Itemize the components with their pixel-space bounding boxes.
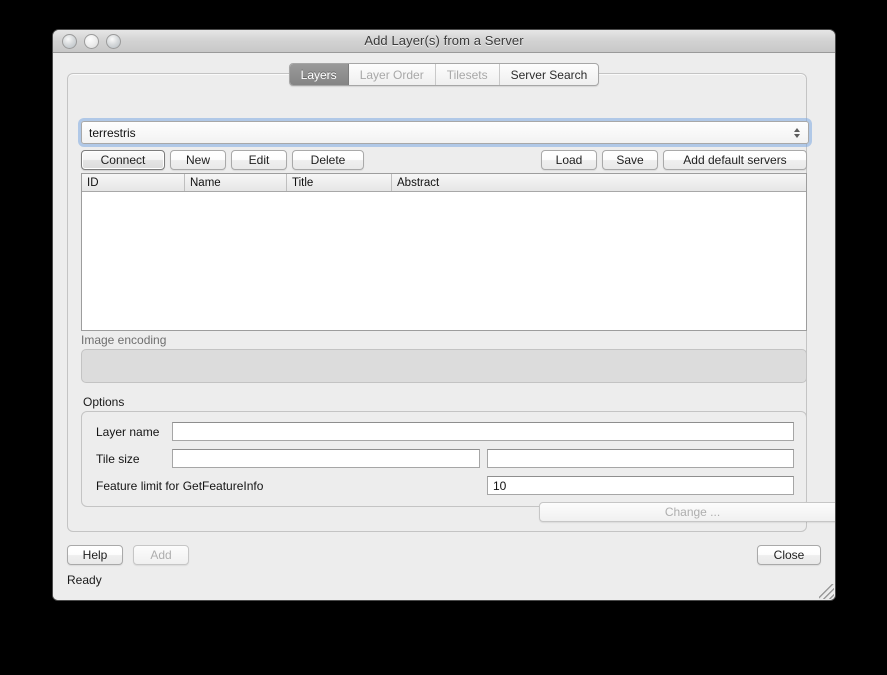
add-layers-dialog: Add Layer(s) from a Server Layers Layer … [53,30,835,600]
window-title: Add Layer(s) from a Server [364,33,524,48]
change-button: Change ... [539,502,835,522]
connect-button[interactable]: Connect [81,150,165,170]
layer-name-row: Layer name [96,422,794,441]
options-group: Layer name Tile size Feature limit for G… [81,411,835,522]
new-button[interactable]: New [170,150,226,170]
chevron-updown-icon [788,127,805,138]
column-header-id[interactable]: ID [82,174,185,191]
tile-size-height-input[interactable] [487,449,794,468]
table-body [82,192,806,330]
feature-limit-label: Feature limit for GetFeatureInfo [96,478,264,493]
server-connection-select[interactable]: terrestris [81,121,809,144]
layer-name-input[interactable] [172,422,794,441]
edit-button[interactable]: Edit [231,150,287,170]
options-label: Options [83,395,125,409]
column-header-abstract[interactable]: Abstract [392,174,806,191]
dialog-footer: Help Add Close Ready [53,545,835,600]
table-header-row: ID Name Title Abstract [82,174,806,192]
load-button[interactable]: Load [541,150,597,170]
help-button[interactable]: Help [67,545,123,565]
layer-list-table[interactable]: ID Name Title Abstract [81,173,807,331]
column-header-title[interactable]: Title [287,174,392,191]
delete-button[interactable]: Delete [292,150,364,170]
column-header-name[interactable]: Name [185,174,287,191]
dialog-body: Layers Layer Order Tilesets Server Searc… [53,53,835,600]
save-button[interactable]: Save [602,150,658,170]
layer-name-label: Layer name [96,424,160,439]
status-text: Ready [67,573,102,587]
close-button[interactable]: Close [757,545,821,565]
tab-bar: Layers Layer Order Tilesets Server Searc… [53,63,835,86]
tab-layers[interactable]: Layers [289,64,349,85]
tile-size-label: Tile size [96,451,140,466]
tab-server-search[interactable]: Server Search [500,64,599,85]
image-encoding-label: Image encoding [81,333,167,347]
tab-tilesets: Tilesets [436,64,500,85]
tile-size-width-input[interactable] [172,449,480,468]
add-default-servers-button[interactable]: Add default servers [663,150,807,170]
tab-layer-order: Layer Order [349,64,436,85]
connection-buttons-left: Connect New Edit Delete [81,150,364,170]
feature-limit-row: Feature limit for GetFeatureInfo 10 [96,476,794,495]
server-connection-value: terrestris [89,125,136,140]
tile-size-row: Tile size [96,449,794,468]
add-button: Add [133,545,189,565]
feature-limit-input[interactable]: 10 [487,476,794,495]
window-titlebar[interactable]: Add Layer(s) from a Server [53,30,835,53]
image-encoding-group [81,349,807,383]
connection-buttons-right: Load Save Add default servers [541,150,807,170]
